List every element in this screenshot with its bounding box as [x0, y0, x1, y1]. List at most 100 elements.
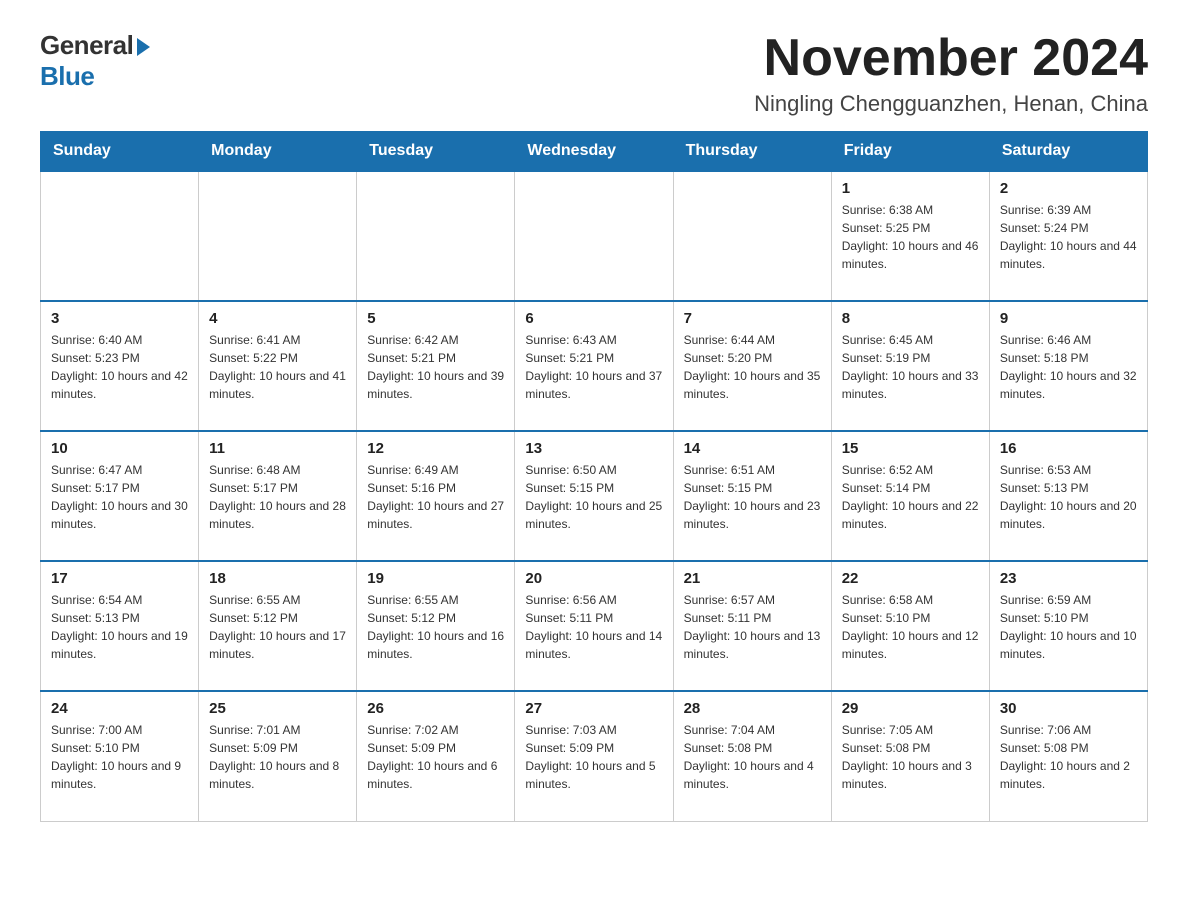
day-number: 5 [367, 310, 504, 327]
calendar-cell: 29 Sunrise: 7:05 AM Sunset: 5:08 PM Dayli… [831, 691, 989, 821]
calendar-cell: 17 Sunrise: 6:54 AM Sunset: 5:13 PM Dayli… [41, 561, 199, 691]
calendar-cell: 24 Sunrise: 7:00 AM Sunset: 5:10 PM Dayli… [41, 691, 199, 821]
calendar-cell: 15Sunrise: 6:52 AM Sunset: 5:14 PM Dayli… [831, 431, 989, 561]
week-row-4: 17 Sunrise: 6:54 AM Sunset: 5:13 PM Dayli… [41, 561, 1148, 691]
weekday-header-row: SundayMondayTuesdayWednesdayThursdayFrid… [41, 132, 1148, 172]
calendar-cell [41, 171, 199, 301]
day-info: Sunrise: 7:01 AM Sunset: 5:09 PM Dayligh… [209, 721, 346, 793]
day-number: 17 [51, 570, 188, 587]
calendar-cell: 14 Sunrise: 6:51 AM Sunset: 5:15 PM Dayli… [673, 431, 831, 561]
day-number: 30 [1000, 700, 1137, 717]
day-info: Sunrise: 6:41 AM Sunset: 5:22 PM Dayligh… [209, 331, 346, 403]
day-number: 11 [209, 440, 346, 457]
day-number: 3 [51, 310, 188, 327]
week-row-1: 1 Sunrise: 6:38 AM Sunset: 5:25 PM Daylig… [41, 171, 1148, 301]
day-number: 24 [51, 700, 188, 717]
day-info: Sunrise: 6:42 AM Sunset: 5:21 PM Dayligh… [367, 331, 504, 403]
day-number: 7 [684, 310, 821, 327]
day-number: 6 [525, 310, 662, 327]
day-info: Sunrise: 7:00 AM Sunset: 5:10 PM Dayligh… [51, 721, 188, 793]
day-info: Sunrise: 6:55 AM Sunset: 5:12 PM Dayligh… [209, 591, 346, 663]
calendar-cell: 18 Sunrise: 6:55 AM Sunset: 5:12 PM Dayli… [199, 561, 357, 691]
day-info: Sunrise: 6:51 AM Sunset: 5:15 PM Dayligh… [684, 461, 821, 533]
day-info: Sunrise: 6:53 AM Sunset: 5:13 PM Dayligh… [1000, 461, 1137, 533]
weekday-header-saturday: Saturday [989, 132, 1147, 172]
day-number: 20 [525, 570, 662, 587]
day-info: Sunrise: 7:02 AM Sunset: 5:09 PM Dayligh… [367, 721, 504, 793]
week-row-5: 24 Sunrise: 7:00 AM Sunset: 5:10 PM Dayli… [41, 691, 1148, 821]
calendar-cell: 22 Sunrise: 6:58 AM Sunset: 5:10 PM Dayli… [831, 561, 989, 691]
day-number: 15 [842, 440, 979, 457]
calendar-cell [199, 171, 357, 301]
logo-general-text: General [40, 30, 133, 61]
day-number: 27 [525, 700, 662, 717]
day-info: Sunrise: 7:06 AM Sunset: 5:08 PM Dayligh… [1000, 721, 1137, 793]
weekday-header-wednesday: Wednesday [515, 132, 673, 172]
calendar-cell [357, 171, 515, 301]
day-number: 16 [1000, 440, 1137, 457]
day-info: Sunrise: 6:57 AM Sunset: 5:11 PM Dayligh… [684, 591, 821, 663]
week-row-2: 3Sunrise: 6:40 AM Sunset: 5:23 PM Daylig… [41, 301, 1148, 431]
day-number: 4 [209, 310, 346, 327]
day-info: Sunrise: 6:58 AM Sunset: 5:10 PM Dayligh… [842, 591, 979, 663]
calendar-cell: 21 Sunrise: 6:57 AM Sunset: 5:11 PM Dayli… [673, 561, 831, 691]
calendar-cell: 9 Sunrise: 6:46 AM Sunset: 5:18 PM Daylig… [989, 301, 1147, 431]
day-info: Sunrise: 6:55 AM Sunset: 5:12 PM Dayligh… [367, 591, 504, 663]
calendar-cell: 5 Sunrise: 6:42 AM Sunset: 5:21 PM Daylig… [357, 301, 515, 431]
calendar-cell: 1 Sunrise: 6:38 AM Sunset: 5:25 PM Daylig… [831, 171, 989, 301]
day-number: 8 [842, 310, 979, 327]
calendar-cell: 2 Sunrise: 6:39 AM Sunset: 5:24 PM Daylig… [989, 171, 1147, 301]
weekday-header-sunday: Sunday [41, 132, 199, 172]
day-number: 18 [209, 570, 346, 587]
calendar-cell: 6 Sunrise: 6:43 AM Sunset: 5:21 PM Daylig… [515, 301, 673, 431]
calendar-cell: 4 Sunrise: 6:41 AM Sunset: 5:22 PM Daylig… [199, 301, 357, 431]
day-number: 19 [367, 570, 504, 587]
calendar-cell: 30 Sunrise: 7:06 AM Sunset: 5:08 PM Dayli… [989, 691, 1147, 821]
day-info: Sunrise: 6:45 AM Sunset: 5:19 PM Dayligh… [842, 331, 979, 403]
location-title: Ningling Chengguanzhen, Henan, China [754, 91, 1148, 117]
day-number: 1 [842, 180, 979, 197]
title-area: November 2024 Ningling Chengguanzhen, He… [754, 30, 1148, 117]
day-info: Sunrise: 7:05 AM Sunset: 5:08 PM Dayligh… [842, 721, 979, 793]
calendar-cell: 13 Sunrise: 6:50 AM Sunset: 5:15 PM Dayli… [515, 431, 673, 561]
calendar-cell: 20 Sunrise: 6:56 AM Sunset: 5:11 PM Dayli… [515, 561, 673, 691]
calendar-cell: 28 Sunrise: 7:04 AM Sunset: 5:08 PM Dayli… [673, 691, 831, 821]
logo-blue-text: Blue [40, 61, 94, 92]
day-info: Sunrise: 6:54 AM Sunset: 5:13 PM Dayligh… [51, 591, 188, 663]
day-info: Sunrise: 6:47 AM Sunset: 5:17 PM Dayligh… [51, 461, 188, 533]
calendar-cell: 19 Sunrise: 6:55 AM Sunset: 5:12 PM Dayli… [357, 561, 515, 691]
day-info: Sunrise: 6:46 AM Sunset: 5:18 PM Dayligh… [1000, 331, 1137, 403]
week-row-3: 10 Sunrise: 6:47 AM Sunset: 5:17 PM Dayli… [41, 431, 1148, 561]
calendar-cell [673, 171, 831, 301]
day-number: 22 [842, 570, 979, 587]
day-number: 23 [1000, 570, 1137, 587]
calendar-cell: 11Sunrise: 6:48 AM Sunset: 5:17 PM Dayli… [199, 431, 357, 561]
day-info: Sunrise: 6:44 AM Sunset: 5:20 PM Dayligh… [684, 331, 821, 403]
day-info: Sunrise: 6:56 AM Sunset: 5:11 PM Dayligh… [525, 591, 662, 663]
day-info: Sunrise: 7:04 AM Sunset: 5:08 PM Dayligh… [684, 721, 821, 793]
day-number: 26 [367, 700, 504, 717]
day-info: Sunrise: 6:43 AM Sunset: 5:21 PM Dayligh… [525, 331, 662, 403]
logo: General Blue [40, 30, 150, 92]
calendar-cell: 10 Sunrise: 6:47 AM Sunset: 5:17 PM Dayli… [41, 431, 199, 561]
day-number: 2 [1000, 180, 1137, 197]
day-number: 14 [684, 440, 821, 457]
day-info: Sunrise: 6:49 AM Sunset: 5:16 PM Dayligh… [367, 461, 504, 533]
day-info: Sunrise: 6:59 AM Sunset: 5:10 PM Dayligh… [1000, 591, 1137, 663]
calendar-cell: 27Sunrise: 7:03 AM Sunset: 5:09 PM Dayli… [515, 691, 673, 821]
day-info: Sunrise: 6:38 AM Sunset: 5:25 PM Dayligh… [842, 201, 979, 273]
day-number: 21 [684, 570, 821, 587]
day-number: 13 [525, 440, 662, 457]
calendar-cell: 25 Sunrise: 7:01 AM Sunset: 5:09 PM Dayli… [199, 691, 357, 821]
day-info: Sunrise: 6:39 AM Sunset: 5:24 PM Dayligh… [1000, 201, 1137, 273]
day-info: Sunrise: 6:50 AM Sunset: 5:15 PM Dayligh… [525, 461, 662, 533]
day-number: 29 [842, 700, 979, 717]
weekday-header-tuesday: Tuesday [357, 132, 515, 172]
day-number: 25 [209, 700, 346, 717]
calendar-cell: 8 Sunrise: 6:45 AM Sunset: 5:19 PM Daylig… [831, 301, 989, 431]
month-title: November 2024 [754, 30, 1148, 87]
day-number: 28 [684, 700, 821, 717]
calendar-cell: 16 Sunrise: 6:53 AM Sunset: 5:13 PM Dayli… [989, 431, 1147, 561]
day-number: 10 [51, 440, 188, 457]
day-number: 9 [1000, 310, 1137, 327]
